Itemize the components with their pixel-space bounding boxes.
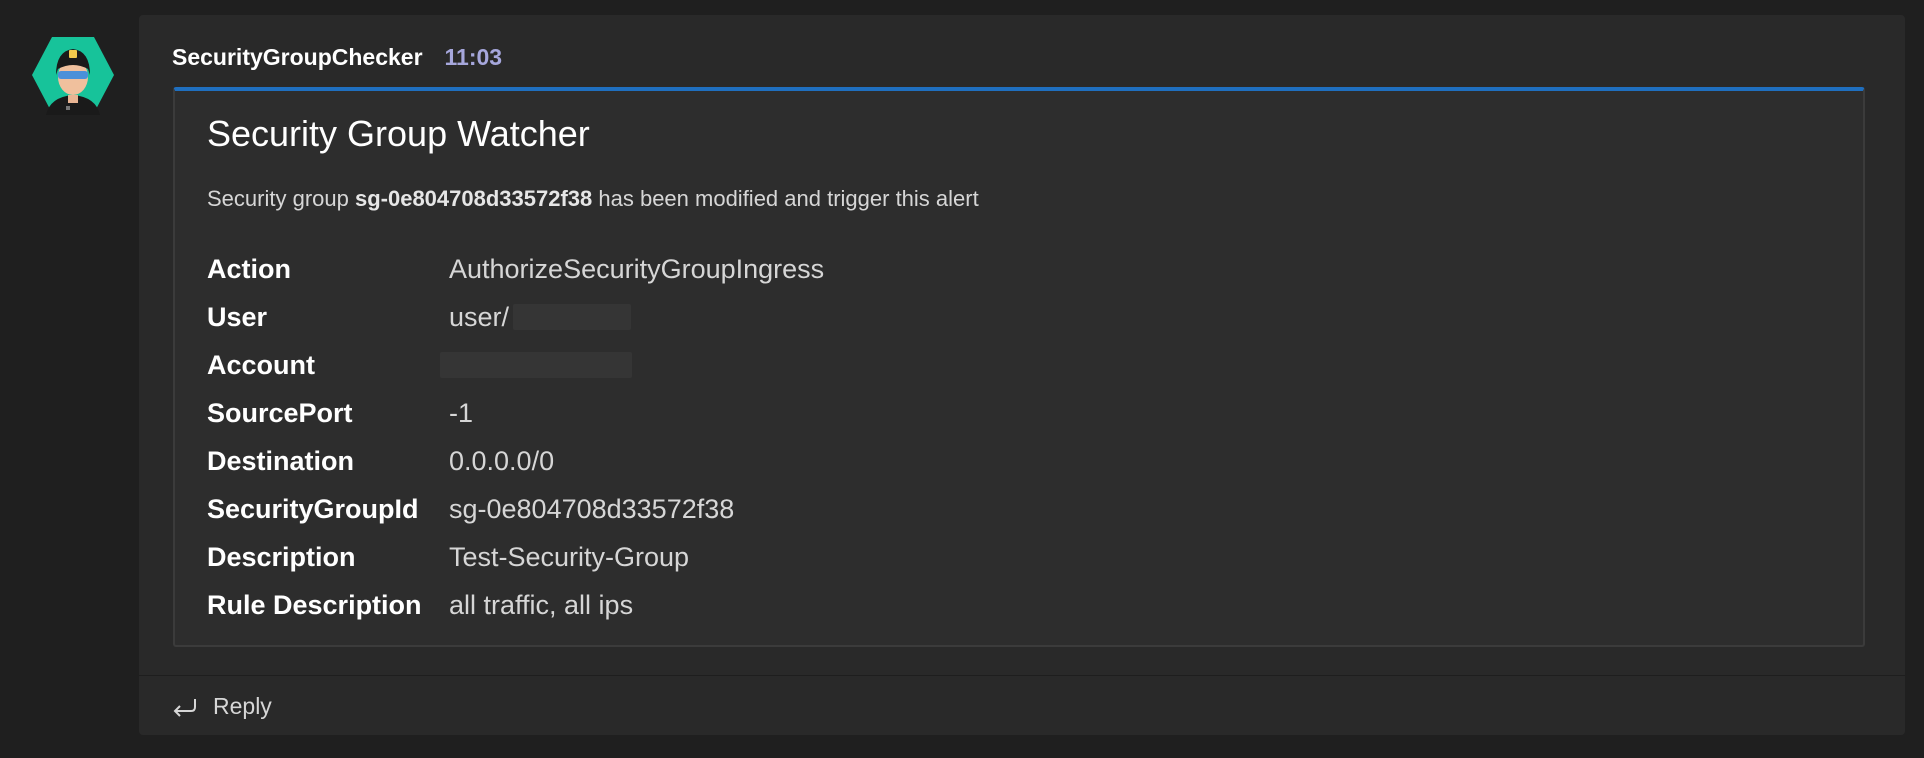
fact-row: Destination 0.0.0.0/0 <box>207 437 824 485</box>
reply-label: Reply <box>213 692 272 719</box>
bot-avatar[interactable] <box>30 35 116 115</box>
fact-key: Description <box>207 541 356 572</box>
fact-key: SourcePort <box>207 397 353 428</box>
fact-key: Account <box>207 349 315 380</box>
fact-row: Account <box>207 341 824 389</box>
fact-key: Action <box>207 253 291 284</box>
message-timestamp[interactable]: 11:03 <box>445 44 503 71</box>
redacted-block <box>513 304 632 330</box>
fact-key: Destination <box>207 445 355 476</box>
fact-row: Rule Description all traffic, all ips <box>207 581 824 629</box>
fact-value: sg-0e804708d33572f38 <box>449 493 735 524</box>
fact-value: user/ <box>449 301 632 333</box>
fact-value: -1 <box>449 397 474 428</box>
fact-key: SecurityGroupId <box>207 493 419 524</box>
adaptive-card: Security Group Watcher Security group sg… <box>173 87 1865 647</box>
chat-message: SecurityGroupChecker 11:03 Security Grou… <box>139 15 1905 735</box>
reply-arrow-icon <box>173 699 196 717</box>
fact-value <box>440 352 632 378</box>
fact-value: 0.0.0.0/0 <box>449 445 555 476</box>
redacted-block <box>440 352 632 378</box>
security-officer-avatar-icon <box>32 37 114 115</box>
description-group-id: sg-0e804708d33572f38 <box>354 186 593 211</box>
sender-name[interactable]: SecurityGroupChecker <box>172 44 423 71</box>
card-title: Security Group Watcher <box>207 113 590 154</box>
fact-row: Action AuthorizeSecurityGroupIngress <box>207 245 824 293</box>
fact-row: User user/ <box>207 293 824 341</box>
description-suffix: has been modified and trigger this alert <box>592 186 979 211</box>
fact-set: Action AuthorizeSecurityGroupIngress Use… <box>207 245 824 629</box>
fact-value: all traffic, all ips <box>449 589 634 620</box>
fact-row: SecurityGroupId sg-0e804708d33572f38 <box>207 485 824 533</box>
fact-row: Description Test-Security-Group <box>207 533 824 581</box>
message-footer: Reply <box>139 675 1905 736</box>
fact-value: Test-Security-Group <box>449 541 690 572</box>
fact-row: SourcePort -1 <box>207 389 824 437</box>
card-description: Security group sg-0e804708d33572f38 has … <box>207 186 979 212</box>
reply-button[interactable]: Reply <box>171 693 272 720</box>
fact-value: AuthorizeSecurityGroupIngress <box>449 253 825 284</box>
fact-key: Rule Description <box>207 589 422 620</box>
user-value-text: user/ <box>449 301 510 332</box>
description-prefix: Security group <box>207 186 355 211</box>
fact-key: User <box>207 301 268 332</box>
message-header: SecurityGroupChecker 11:03 <box>172 42 502 72</box>
